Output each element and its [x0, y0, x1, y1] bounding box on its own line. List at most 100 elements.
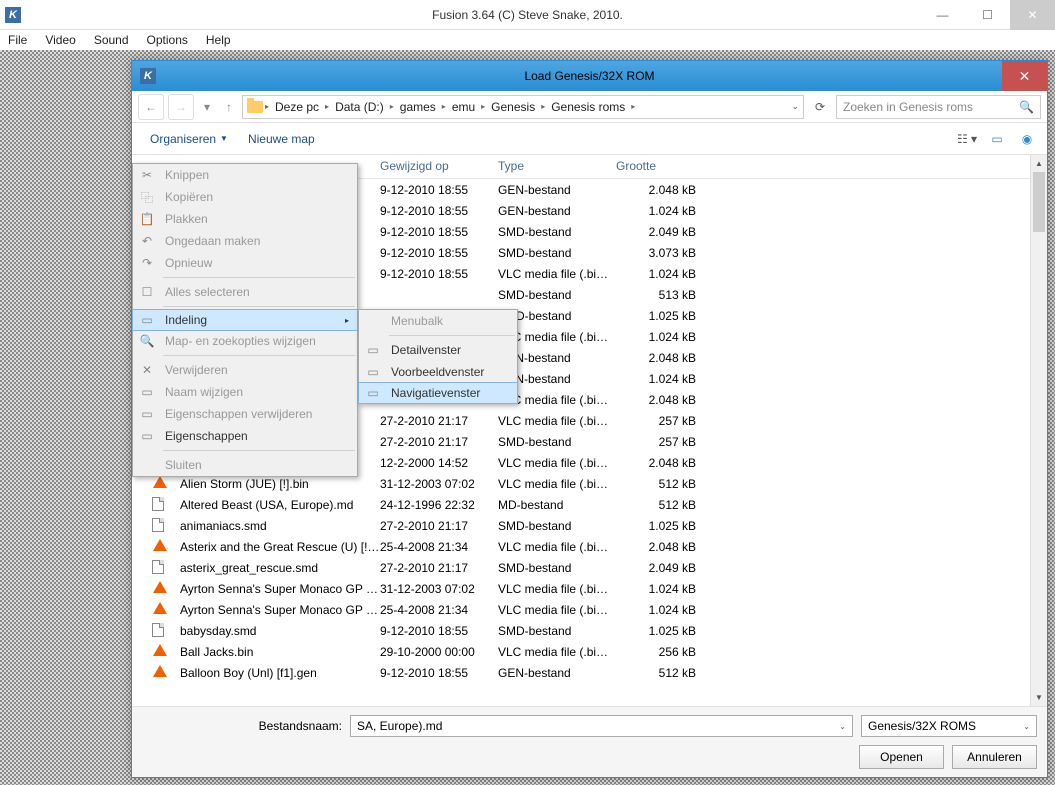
maximize-button[interactable]: ☐: [965, 0, 1010, 30]
menu-item[interactable]: ▭Eigenschappen: [133, 425, 357, 447]
nav-up-button[interactable]: ↑: [220, 94, 238, 120]
menu-item[interactable]: ▭Navigatievenster: [358, 382, 518, 404]
menu-item-label: Detailvenster: [391, 343, 461, 357]
cell-size: 2.048 kB: [616, 456, 696, 470]
dialog-titlebar[interactable]: K Load Genesis/32X ROM ✕: [132, 61, 1047, 91]
redo-icon: ↷: [137, 256, 157, 270]
menu-item[interactable]: ✕Verwijderen: [133, 359, 357, 381]
table-row[interactable]: animaniacs.smd27-2-2010 21:17SMD-bestand…: [132, 515, 1030, 536]
menu-item[interactable]: Sluiten: [133, 454, 357, 476]
open-button[interactable]: Openen: [859, 745, 944, 769]
crumb[interactable]: games: [396, 100, 440, 114]
help-button[interactable]: ◉: [1015, 127, 1039, 151]
nav-back-button[interactable]: ←: [138, 94, 164, 120]
cell-size: 1.025 kB: [616, 309, 696, 323]
organize-button[interactable]: Organiseren ▼: [140, 128, 238, 150]
crumb[interactable]: Data (D:): [331, 100, 388, 114]
cell-size: 1.024 kB: [616, 372, 696, 386]
scroll-up-icon[interactable]: ▲: [1031, 155, 1047, 172]
menu-item-label: Verwijderen: [165, 363, 228, 377]
cell-type: SMD-bestand: [498, 561, 616, 575]
menu-item[interactable]: ⿻Kopiëren: [133, 186, 357, 208]
menu-item[interactable]: ▭Naam wijzigen: [133, 381, 357, 403]
filename-input[interactable]: SA, Europe).md ⌄: [350, 715, 853, 737]
crumb[interactable]: Deze pc: [271, 100, 323, 114]
pane-icon: ▭: [363, 365, 383, 379]
table-row[interactable]: Balloon Boy (Unl) [f1].gen9-12-2010 18:5…: [132, 662, 1030, 683]
file-icon: [152, 497, 168, 513]
cell-date: 27-2-2010 21:17: [380, 561, 498, 575]
nav-forward-button[interactable]: →: [168, 94, 194, 120]
dialog-title: Load Genesis/32X ROM: [524, 69, 654, 83]
menu-item[interactable]: ▭Detailvenster: [359, 339, 517, 361]
breadcrumb[interactable]: ▸ Deze pc▸ Data (D:)▸ games▸ emu▸ Genesi…: [242, 95, 804, 119]
refresh-button[interactable]: ⟳: [808, 95, 832, 119]
menu-item[interactable]: ☐Alles selecteren: [133, 281, 357, 303]
main-menubar: File Video Sound Options Help: [0, 30, 1055, 50]
menu-separator: [163, 450, 355, 451]
cell-date: 31-12-2003 07:02: [380, 582, 498, 596]
menu-help[interactable]: Help: [206, 33, 231, 47]
menu-item-label: Navigatievenster: [391, 386, 480, 400]
paste-icon: 📋: [137, 212, 157, 226]
menu-options[interactable]: Options: [147, 33, 188, 47]
menu-item[interactable]: ✂Knippen: [133, 164, 357, 186]
menu-item[interactable]: ↶Ongedaan maken: [133, 230, 357, 252]
view-options-button[interactable]: ☷ ▾: [955, 127, 979, 151]
cell-size: 3.073 kB: [616, 246, 696, 260]
breadcrumb-dropdown-icon[interactable]: ⌄: [791, 101, 799, 112]
col-date[interactable]: Gewijzigd op: [380, 155, 498, 178]
table-row[interactable]: babysday.smd9-12-2010 18:55SMD-bestand1.…: [132, 620, 1030, 641]
menu-item-label: Naam wijzigen: [165, 385, 243, 399]
cell-size: 2.048 kB: [616, 393, 696, 407]
table-row[interactable]: Altered Beast (USA, Europe).md24-12-1996…: [132, 494, 1030, 515]
menu-item-label: Map- en zoekopties wijzigen: [165, 334, 316, 348]
menu-item[interactable]: ▭Indeling▸: [132, 309, 358, 331]
cell-size: 2.049 kB: [616, 561, 696, 575]
file-icon: [152, 560, 168, 576]
menu-file[interactable]: File: [8, 33, 27, 47]
table-row[interactable]: asterix_great_rescue.smd27-2-2010 21:17S…: [132, 557, 1030, 578]
search-input[interactable]: Zoeken in Genesis roms 🔍: [836, 95, 1041, 119]
cell-type: GEN-bestand: [498, 204, 616, 218]
cancel-button[interactable]: Annuleren: [952, 745, 1037, 769]
cell-date: 27-2-2010 21:17: [380, 435, 498, 449]
table-row[interactable]: Ball Jacks.bin29-10-2000 00:00VLC media …: [132, 641, 1030, 662]
cell-name: animaniacs.smd: [180, 519, 380, 533]
minimize-button[interactable]: —: [920, 0, 965, 30]
table-row[interactable]: Asterix and the Great Rescue (U) [!].bin…: [132, 536, 1030, 557]
new-folder-button[interactable]: Nieuwe map: [238, 128, 325, 150]
crumb[interactable]: Genesis: [487, 100, 539, 114]
menu-separator: [163, 355, 355, 356]
scrollbar[interactable]: ▲ ▼: [1030, 155, 1047, 706]
crumb[interactable]: emu: [448, 100, 479, 114]
cell-date: 25-4-2008 21:34: [380, 603, 498, 617]
menu-item[interactable]: ▭Eigenschappen verwijderen: [133, 403, 357, 425]
filetype-filter[interactable]: Genesis/32X ROMS ⌄: [861, 715, 1037, 737]
menu-item[interactable]: 🔍Map- en zoekopties wijzigen: [133, 330, 357, 352]
cell-name: babysday.smd: [180, 624, 380, 638]
scroll-down-icon[interactable]: ▼: [1031, 689, 1047, 706]
scroll-thumb[interactable]: [1033, 172, 1045, 232]
preview-pane-button[interactable]: ▭: [985, 127, 1009, 151]
col-size[interactable]: Grootte: [616, 155, 696, 178]
dialog-close-button[interactable]: ✕: [1002, 61, 1047, 91]
menu-item[interactable]: 📋Plakken: [133, 208, 357, 230]
nav-history-button[interactable]: ▾: [198, 94, 216, 120]
menu-item[interactable]: ↷Opnieuw: [133, 252, 357, 274]
cell-type: GEN-bestand: [498, 666, 616, 680]
menu-video[interactable]: Video: [45, 33, 75, 47]
table-row[interactable]: Ayrton Senna's Super Monaco GP II (JE) […: [132, 578, 1030, 599]
close-button[interactable]: ✕: [1010, 0, 1055, 30]
table-row[interactable]: Ayrton Senna's Super Monaco GP II (U) [!…: [132, 599, 1030, 620]
crumb[interactable]: Genesis roms: [547, 100, 629, 114]
search-icon: 🔍: [1019, 100, 1034, 114]
dialog-icon: K: [140, 68, 156, 84]
copy-icon: ⿻: [137, 189, 157, 206]
cell-size: 257 kB: [616, 414, 696, 428]
col-type[interactable]: Type: [498, 155, 616, 178]
menu-item[interactable]: ▭Voorbeeldvenster: [359, 361, 517, 383]
menu-item[interactable]: Menubalk: [359, 310, 517, 332]
menu-sound[interactable]: Sound: [94, 33, 129, 47]
cell-date: 24-12-1996 22:32: [380, 498, 498, 512]
